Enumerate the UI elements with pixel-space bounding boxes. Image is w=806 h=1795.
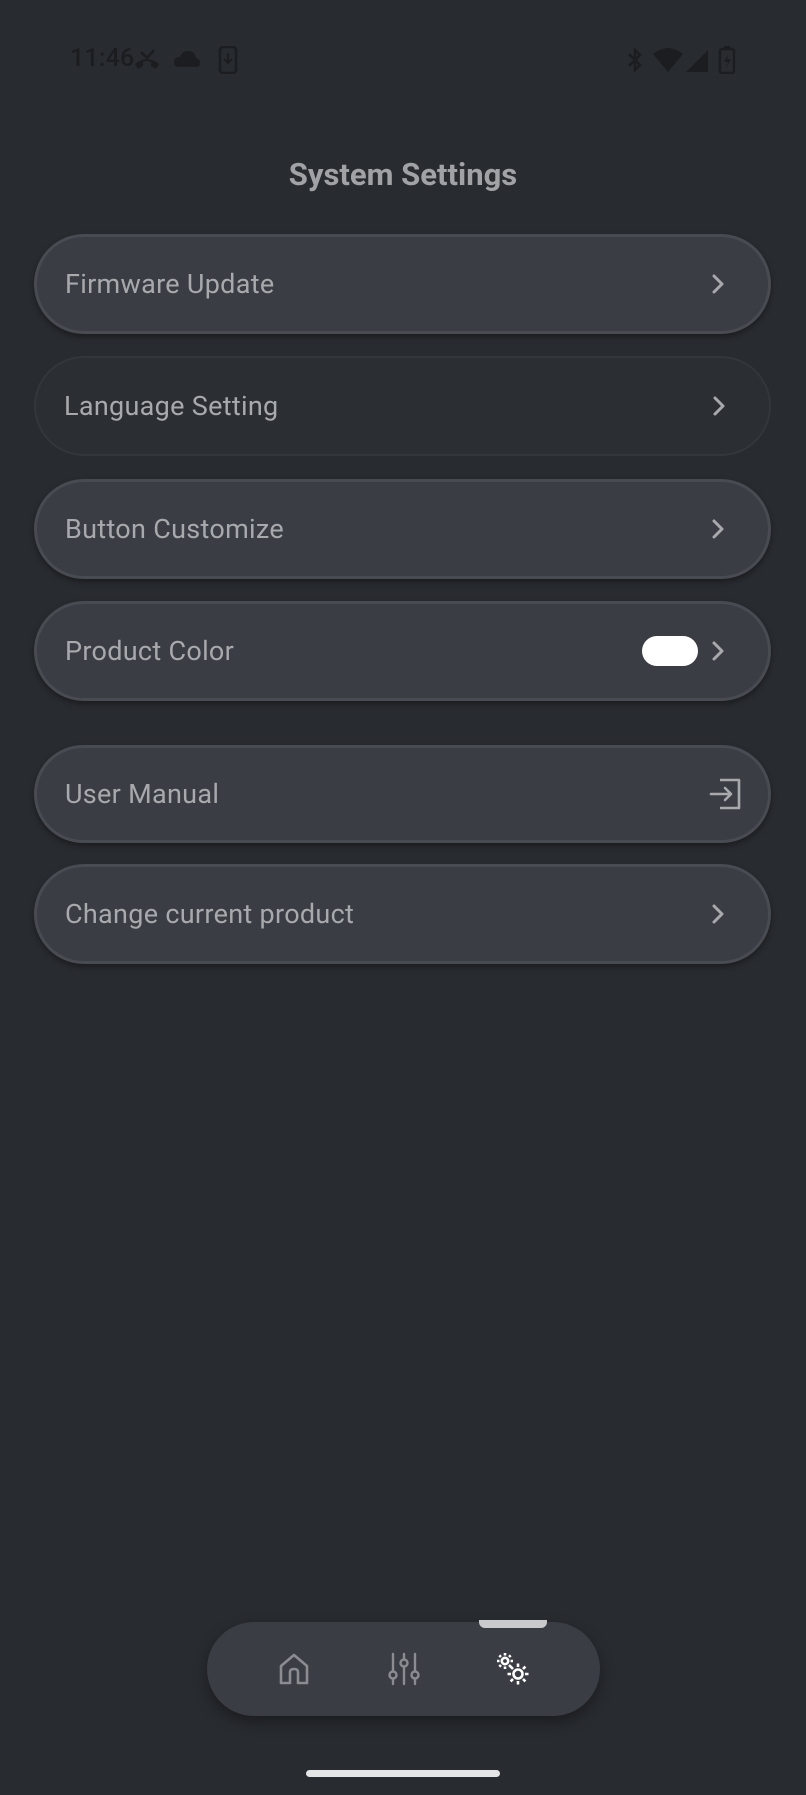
home-icon [279,1653,309,1685]
chevron-right-icon [713,396,725,416]
screen: 11:46 System Settings Firmware Update La… [0,0,806,1795]
user-manual-label: User Manual [65,778,220,810]
bottom-navigation [207,1620,600,1716]
button-customize-label: Button Customize [65,513,285,545]
cell-signal-icon [686,50,708,72]
chevron-right-icon [712,519,724,539]
product-color-row[interactable]: Product Color [34,601,771,701]
battery-icon [718,46,736,74]
nav-equalizer[interactable] [374,1639,434,1699]
language-setting-label: Language Setting [64,390,279,422]
product-color-label: Product Color [65,635,235,667]
gesture-home-bar[interactable] [306,1770,500,1777]
open-external-icon [709,778,741,810]
equalizer-icon [388,1652,420,1686]
chevron-right-icon [712,904,724,924]
bluetooth-icon [628,47,642,73]
firmware-update-label: Firmware Update [65,268,275,300]
chevron-right-icon [712,274,724,294]
page-title: System Settings [288,156,518,193]
wifi-icon [653,48,683,72]
change-current-product-label: Change current product [65,898,355,930]
phone-download-icon [218,46,238,74]
chevron-right-icon [712,641,724,661]
active-tab-indicator [479,1620,547,1628]
cloud-icon [174,51,200,67]
missed-call-icon [135,49,159,69]
nav-settings[interactable] [483,1639,543,1699]
nav-home[interactable] [264,1639,324,1699]
button-customize-row[interactable]: Button Customize [34,479,771,579]
product-color-swatch [642,636,698,666]
language-setting-row[interactable]: Language Setting [34,356,771,456]
status-time: 11:46 [70,44,135,73]
firmware-update-row[interactable]: Firmware Update [34,234,771,334]
user-manual-row[interactable]: User Manual [34,745,771,843]
change-current-product-row[interactable]: Change current product [34,864,771,964]
status-bar: 11:46 [0,0,806,120]
settings-gears-icon [497,1653,529,1685]
